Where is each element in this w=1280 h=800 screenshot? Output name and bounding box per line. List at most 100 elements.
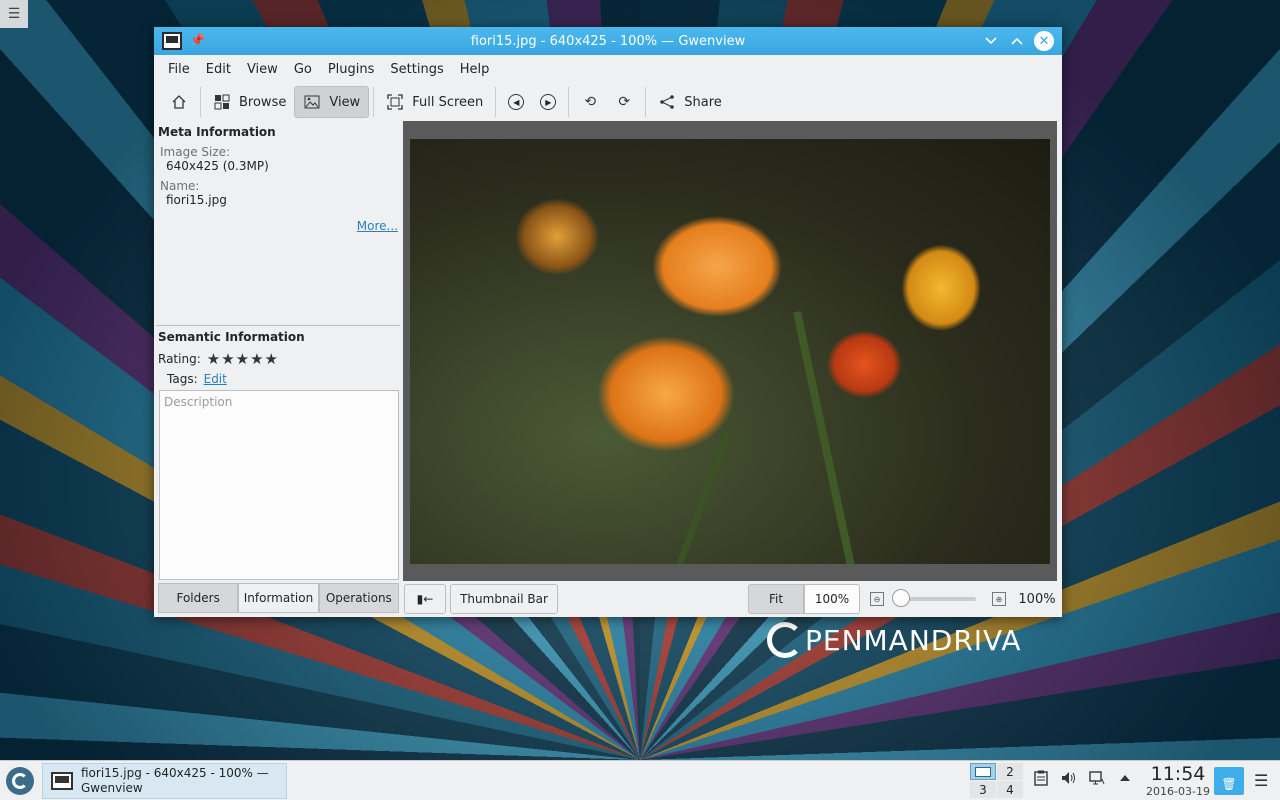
clipboard-icon[interactable] (1032, 769, 1050, 787)
window-buttons: ✕ (982, 31, 1054, 51)
browse-grid-icon (213, 93, 231, 111)
semantic-info-section: Semantic Information Rating: ★ ★ ★ ★ ★ T… (154, 330, 402, 386)
sidebar-tabs: Folders Information Operations (158, 583, 399, 613)
home-icon (170, 93, 188, 111)
zoom-slider[interactable] (892, 589, 976, 607)
clock-time: 11:54 (1150, 763, 1206, 785)
semantic-info-title: Semantic Information (158, 330, 305, 344)
desktop-3[interactable]: 3 (970, 781, 996, 798)
browse-button[interactable]: Browse (205, 86, 294, 118)
zoom-slider-handle[interactable] (892, 589, 910, 607)
desktop-1[interactable] (970, 763, 996, 780)
menu-settings[interactable]: Settings (382, 62, 451, 77)
image-size-value: 640x425 (0.3MP) (166, 159, 269, 173)
rotate-left-icon: ⟲ (584, 94, 597, 110)
rotate-right-button[interactable]: ⟳ (607, 86, 641, 118)
panel-options-icon[interactable]: ☰ (1254, 771, 1268, 790)
digital-clock[interactable]: 11:54 2016-03-19 (1142, 763, 1214, 798)
next-icon: ▶ (540, 94, 557, 110)
menu-file[interactable]: File (160, 62, 198, 77)
previous-icon: ◀ (508, 94, 525, 110)
tab-folders[interactable]: Folders (158, 583, 239, 613)
share-button[interactable]: Share (650, 86, 730, 118)
status-bar: ▮← Thumbnail Bar Fit 100% ⊖ ⊕ 100% (403, 581, 1062, 617)
name-label: Name: (160, 179, 200, 193)
maximize-button[interactable] (1008, 32, 1026, 50)
star-icon[interactable]: ★ (236, 350, 249, 368)
toolbar-separator (568, 87, 570, 117)
name-value: fiori15.jpg (166, 193, 227, 207)
fit-button[interactable]: Fit (748, 584, 804, 614)
logo-text: PENMANDRIVA (805, 623, 1022, 657)
fullscreen-button[interactable]: Full Screen (378, 86, 491, 118)
gwenview-window: 📌 fiori15.jpg - 640x425 - 100% — Gwenvie… (154, 27, 1062, 617)
browse-label: Browse (239, 94, 287, 110)
folder-view-icon[interactable]: 🗑 (1214, 767, 1244, 795)
launcher-icon (12, 772, 28, 789)
menu-view[interactable]: View (239, 62, 286, 77)
trash-icon: 🗑 (1221, 777, 1237, 791)
gwenview-icon (51, 772, 73, 790)
menu-help[interactable]: Help (452, 62, 498, 77)
tags-row: Tags: Edit (154, 372, 402, 386)
tab-information[interactable]: Information (238, 583, 319, 613)
meta-info-title: Meta Information (158, 125, 276, 139)
volume-icon[interactable] (1060, 769, 1078, 787)
tab-operations[interactable]: Operations (318, 583, 399, 613)
taskbar: fiori15.jpg - 640x425 - 100% — Gwenview … (0, 760, 1280, 800)
pin-icon[interactable]: 📌 (190, 33, 205, 47)
view-button[interactable]: View (294, 86, 370, 118)
zoom-percent-field[interactable]: 100% (804, 584, 860, 614)
task-label: fiori15.jpg - 640x425 - 100% — Gwenview (81, 766, 269, 795)
minimize-button[interactable] (982, 32, 1000, 50)
rotate-right-icon: ⟳ (618, 94, 631, 110)
menu-edit[interactable]: Edit (198, 62, 239, 77)
desktop-window-icon (975, 766, 991, 777)
thumbnail-bar-button[interactable]: Thumbnail Bar (450, 584, 558, 614)
star-icon[interactable]: ★ (250, 350, 263, 368)
photo-detail (793, 311, 855, 564)
toggle-sidebar-label: ▮← (416, 592, 434, 606)
image-view-icon (303, 93, 321, 111)
close-button[interactable]: ✕ (1034, 31, 1054, 51)
clock-date: 2016-03-19 (1146, 785, 1210, 798)
system-tray (1032, 769, 1134, 787)
application-launcher[interactable] (6, 766, 34, 795)
toolbar-separator (645, 87, 647, 117)
menu-go[interactable]: Go (286, 62, 320, 77)
app-window-icon[interactable] (162, 32, 182, 50)
logo-ring-icon (767, 622, 803, 658)
share-icon (658, 93, 676, 111)
zoom-out-icon[interactable]: ⊖ (870, 592, 884, 606)
network-icon[interactable] (1088, 769, 1106, 787)
rotate-left-button[interactable]: ⟲ (573, 86, 607, 118)
star-icon[interactable]: ★ (265, 350, 278, 368)
menu-plugins[interactable]: Plugins (320, 62, 383, 77)
zoom-level: 100% (1018, 591, 1056, 607)
toggle-sidebar-button[interactable]: ▮← (404, 584, 446, 614)
description-field[interactable]: Description (159, 390, 399, 580)
tray-expand-icon[interactable] (1116, 769, 1134, 787)
title-bar[interactable]: 📌 fiori15.jpg - 640x425 - 100% — Gwenvie… (154, 27, 1062, 55)
displayed-photo[interactable] (410, 139, 1050, 564)
home-button[interactable] (162, 86, 196, 118)
zoom-in-icon[interactable]: ⊕ (992, 592, 1006, 606)
desktop-2[interactable]: 2 (997, 763, 1023, 780)
tags-edit-link[interactable]: Edit (204, 372, 227, 386)
next-button[interactable]: ▶ (532, 86, 564, 118)
toolbar-separator (200, 87, 201, 117)
photo-detail (676, 432, 731, 564)
fullscreen-icon (386, 93, 404, 111)
desktop-4[interactable]: 4 (997, 781, 1023, 798)
rating-stars[interactable]: ★ ★ ★ ★ ★ (207, 350, 278, 368)
window-title: fiori15.jpg - 640x425 - 100% — Gwenview (470, 33, 746, 49)
image-size-label: Image Size: (160, 145, 231, 159)
image-viewer[interactable] (403, 121, 1057, 581)
task-gwenview[interactable]: fiori15.jpg - 640x425 - 100% — Gwenview (42, 763, 287, 799)
share-label: Share (684, 94, 722, 110)
star-icon[interactable]: ★ (221, 350, 234, 368)
previous-button[interactable]: ◀ (500, 86, 532, 118)
desktop-menu-icon[interactable]: ☰ (0, 0, 28, 28)
more-link[interactable]: More... (357, 219, 398, 233)
star-icon[interactable]: ★ (207, 350, 220, 368)
